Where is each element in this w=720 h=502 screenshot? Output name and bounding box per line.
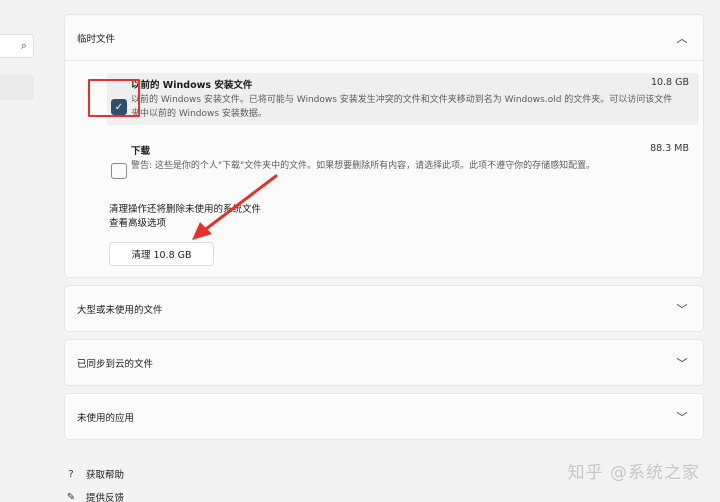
previous-windows-title: 以前的 Windows 安装文件 (131, 80, 253, 91)
chevron-down-icon[interactable]: ﹀ (675, 409, 689, 425)
cloud-synced-files-panel[interactable]: 已同步到云的文件 ﹀ (64, 339, 704, 386)
unused-apps-title: 未使用的应用 (77, 412, 135, 424)
feedback-label: 提供反馈 (86, 493, 125, 502)
feedback-link[interactable]: ✎ 提供反馈 (64, 490, 124, 502)
cleanup-button[interactable]: 清理 10.8 GB (109, 242, 214, 266)
downloads-title: 下载 (131, 146, 151, 157)
downloads-size: 88.3 MB (650, 143, 689, 154)
large-unused-files-title: 大型或未使用的文件 (77, 304, 163, 316)
chevron-down-icon[interactable]: ﹀ (675, 355, 689, 371)
help-icon: ? (68, 468, 74, 480)
temp-files-panel: 临时文件 ︿ ✓ 以前的 Windows 安装文件 10.8 GB 以前的 Wi… (64, 14, 704, 278)
sidebar-selected-item[interactable] (0, 74, 34, 100)
unused-apps-panel[interactable]: 未使用的应用 ﹀ (64, 393, 704, 440)
advanced-options-link[interactable]: 查看高级选项 (109, 215, 166, 229)
chevron-down-icon[interactable]: ﹀ (675, 301, 689, 317)
downloads-desc: 警告: 这些是你的个人"下载"文件夹中的文件。如果想要删除所有内容，请选择此项。… (131, 161, 596, 171)
search-icon: ⌕ (20, 39, 27, 52)
highlight-box (88, 79, 140, 117)
chevron-up-icon[interactable]: ︿ (675, 30, 689, 46)
large-unused-files-panel[interactable]: 大型或未使用的文件 ﹀ (64, 285, 704, 332)
previous-windows-item[interactable]: ✓ 以前的 Windows 安装文件 10.8 GB 以前的 Windows 安… (107, 73, 699, 125)
downloads-checkbox[interactable] (111, 163, 127, 179)
sidebar-search-box[interactable]: ⌕ (0, 34, 34, 58)
previous-windows-size: 10.8 GB (650, 77, 689, 88)
cloud-synced-files-title: 已同步到云的文件 (77, 358, 154, 370)
get-help-label: 获取帮助 (86, 470, 125, 481)
get-help-link[interactable]: ? 获取帮助 (64, 467, 125, 482)
previous-windows-desc: 以前的 Windows 安装文件。已将可能与 Windows 安装发生冲突的文件… (131, 95, 673, 119)
feedback-icon: ✎ (66, 491, 76, 502)
temp-files-title: 临时文件 (77, 33, 116, 45)
watermark: 知乎 @系统之家 (567, 463, 700, 483)
annotation-arrow (192, 174, 278, 240)
temp-files-header[interactable]: 临时文件 ︿ (65, 15, 703, 61)
